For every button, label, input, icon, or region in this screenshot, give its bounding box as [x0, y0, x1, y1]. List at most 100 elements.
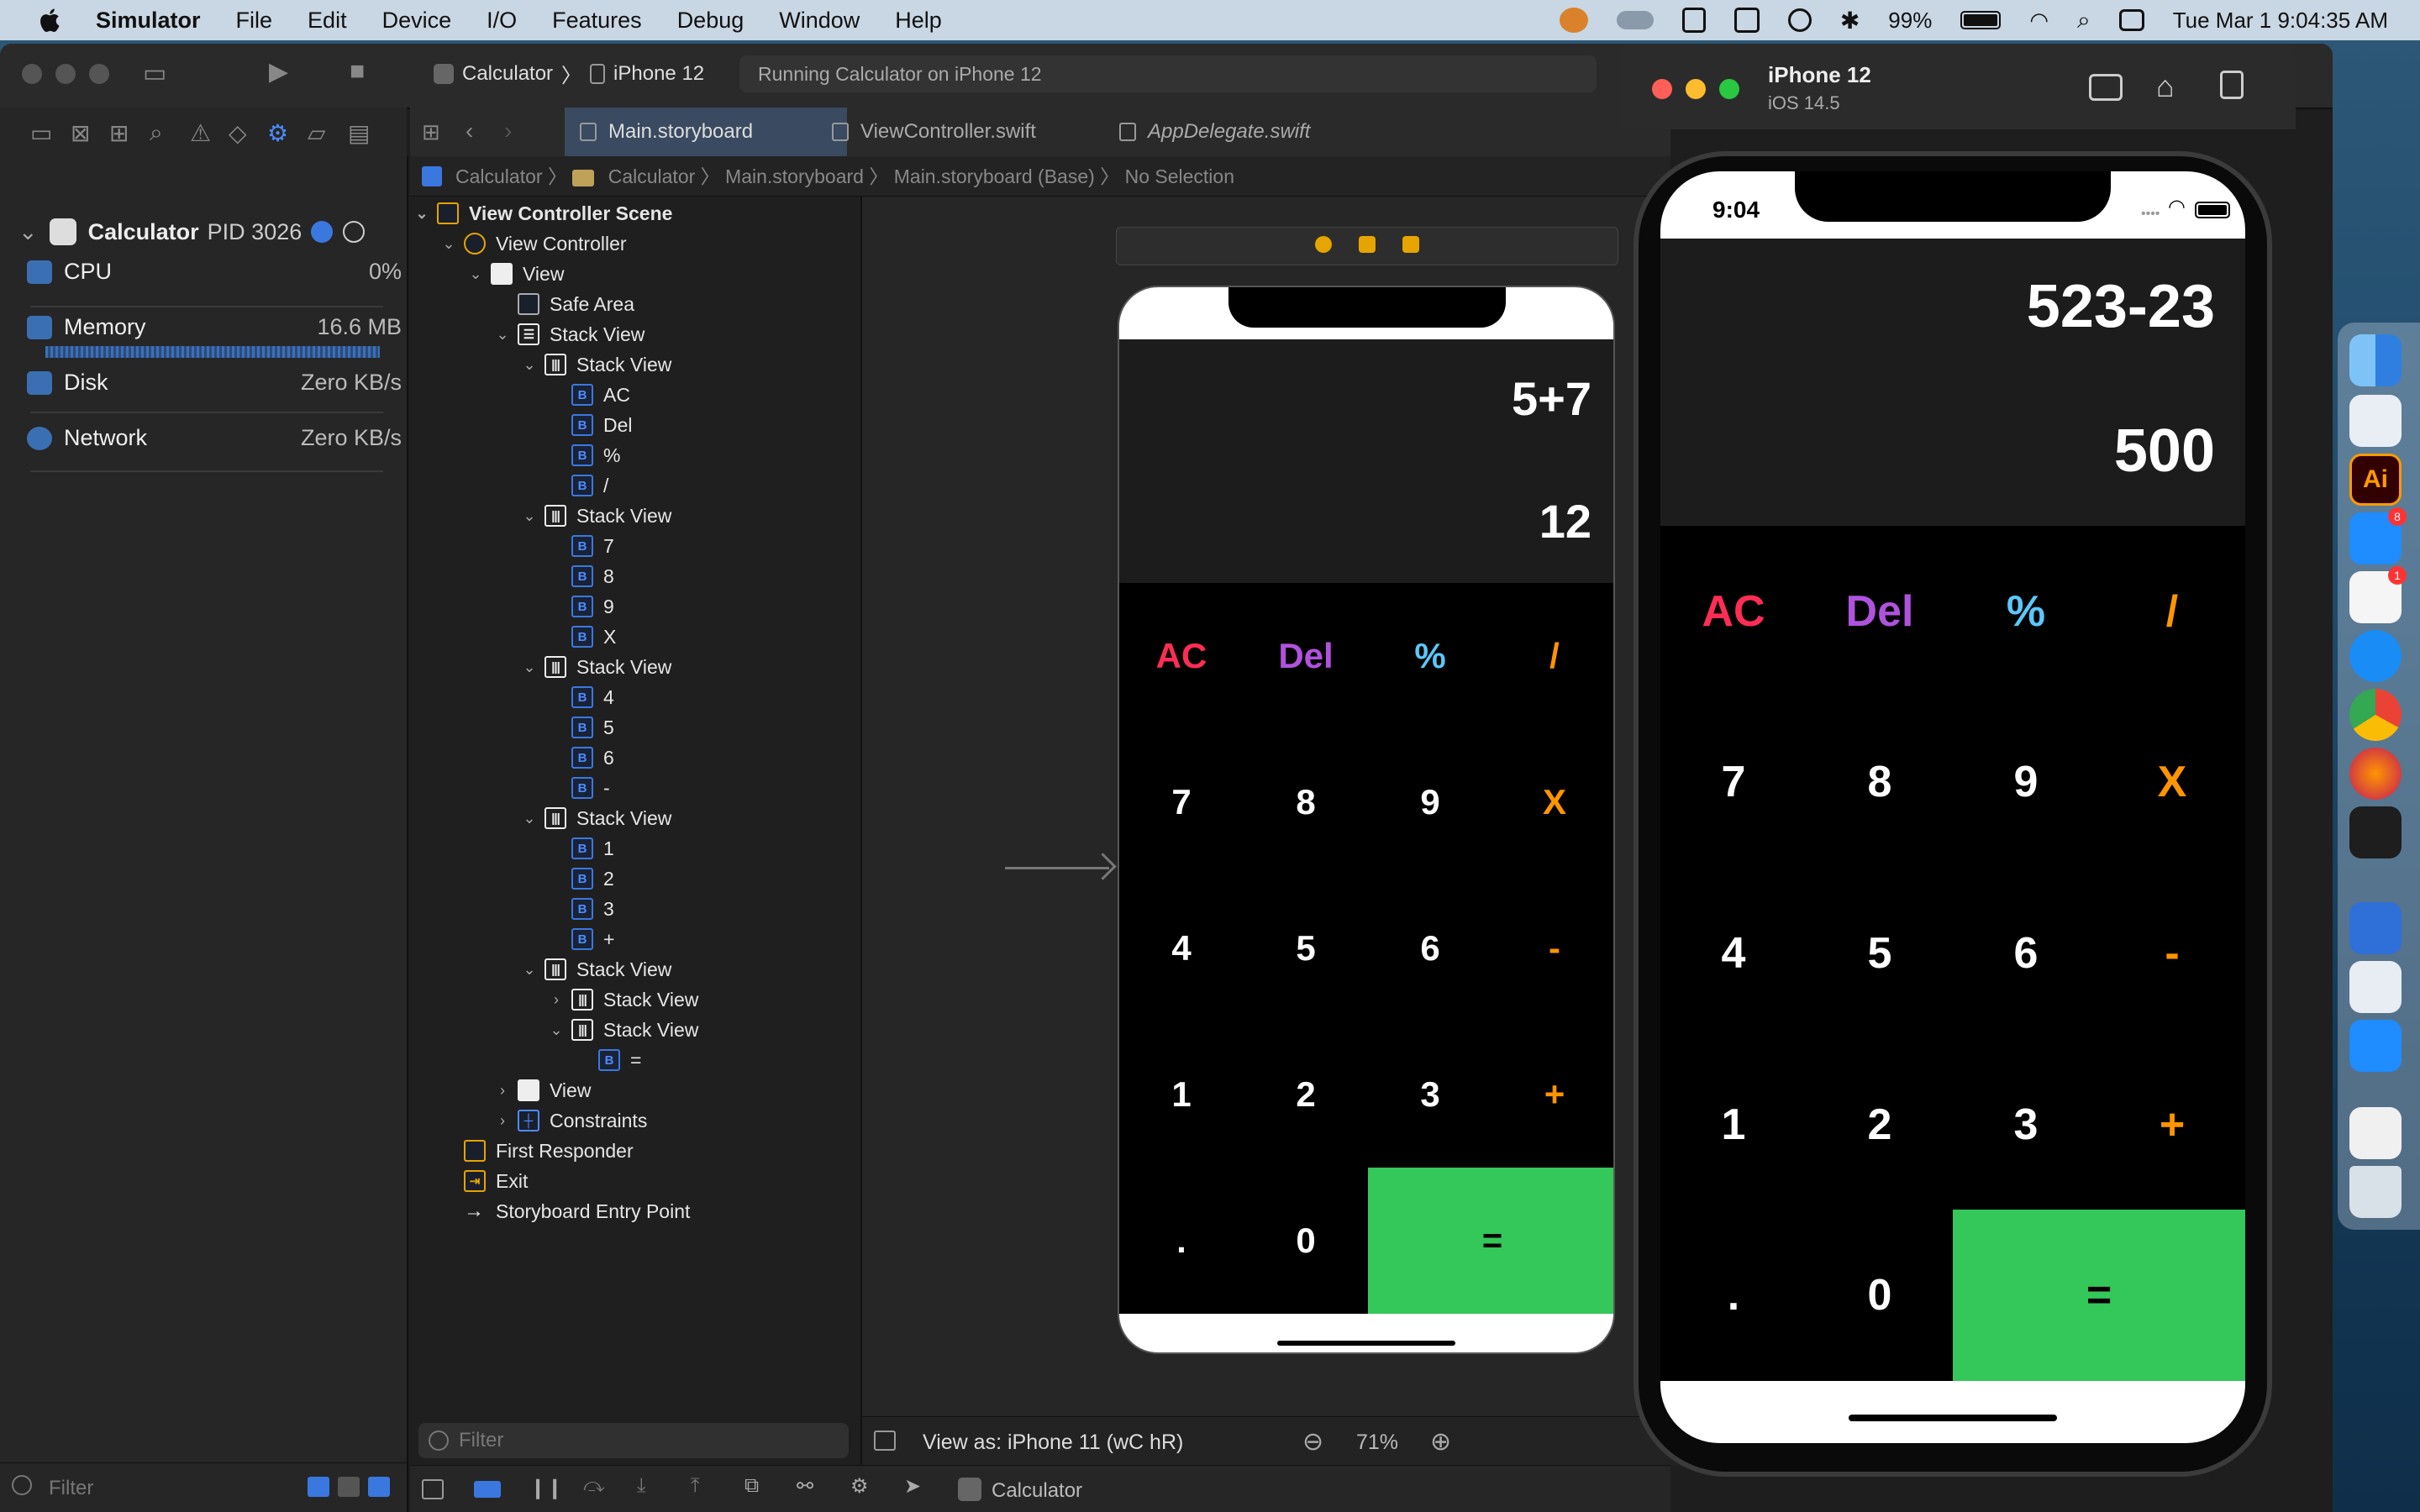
report-icon[interactable]: ▤ — [348, 119, 370, 147]
disclosure-chevron-icon[interactable]: › — [494, 1112, 511, 1130]
storyboard-key[interactable]: AC — [1119, 583, 1244, 729]
grid-icon[interactable]: ⊞ — [422, 119, 440, 145]
breadcrumb-3[interactable]: Main.storyboard (Base) — [894, 165, 1095, 187]
outline-button-equals[interactable]: B = — [575, 1045, 641, 1075]
outline-view[interactable]: › View — [494, 1075, 591, 1105]
calculator-key[interactable]: AC — [1660, 526, 1807, 697]
tab-main-storyboard[interactable]: Main.storyboard — [565, 108, 847, 156]
screenshot-icon[interactable] — [2089, 74, 2123, 101]
menu-help[interactable]: Help — [895, 8, 942, 34]
menu-device[interactable]: Device — [382, 8, 452, 34]
calculator-key[interactable]: % — [1953, 526, 2099, 697]
wifi-icon[interactable]: ◠ — [2029, 8, 2049, 34]
jump-bar[interactable]: Calculator 〉 Calculator 〉 Main.storyboar… — [410, 156, 1670, 197]
source-control-icon[interactable]: ⊠ — [71, 119, 90, 147]
sidebar-toggle-icon[interactable]: ▭ — [143, 59, 166, 88]
storyboard-key[interactable]: % — [1368, 583, 1492, 729]
outline-constraints[interactable]: › ┼ Constraints — [494, 1105, 647, 1136]
hide-debug-area-icon[interactable] — [422, 1479, 444, 1499]
outline-button[interactable]: B7 — [548, 531, 614, 561]
storyboard-key[interactable]: 1 — [1119, 1021, 1244, 1168]
storyboard-key[interactable]: 4 — [1119, 875, 1244, 1021]
cloud-icon[interactable] — [1616, 11, 1654, 29]
outline-button[interactable]: B5 — [548, 712, 614, 743]
calculator-key[interactable]: X — [2099, 697, 2245, 869]
bluetooth-icon[interactable]: ✱ — [1840, 7, 1860, 34]
calculator-key[interactable]: 9 — [1953, 697, 2099, 869]
menu-window[interactable]: Window — [779, 8, 860, 34]
storyboard-entry-arrow[interactable] — [1005, 867, 1109, 869]
spotlight-search-icon[interactable]: ⌕ — [2077, 7, 2091, 34]
calculator-key[interactable]: 3 — [1953, 1039, 2099, 1210]
step-over-icon[interactable]: ⤼ — [583, 1474, 605, 1498]
outline-first-responder[interactable]: First Responder — [440, 1136, 634, 1166]
calculator-key-zero[interactable]: 0 — [1807, 1210, 1953, 1381]
disclosure-chevron-icon[interactable]: ⌄ — [494, 326, 511, 344]
outline-button[interactable]: B8 — [548, 561, 614, 591]
symbol-icon[interactable]: ⊞ — [109, 119, 129, 147]
outline-view[interactable]: ⌄ View — [467, 259, 564, 289]
outline-stack-view[interactable]: › ||| Stack View — [548, 984, 698, 1015]
gauge-memory[interactable]: Memory 16.6 MB — [27, 314, 402, 340]
outline-stack-view[interactable]: ⌄ ||| Stack View — [521, 954, 671, 984]
calculator-key[interactable]: 6 — [1953, 868, 2099, 1039]
reminders-icon[interactable]: 1 — [2349, 566, 2407, 623]
finder-icon[interactable] — [2349, 334, 2402, 386]
illustrator-icon[interactable]: Ai — [2349, 454, 2402, 506]
outline-button[interactable]: B6 — [548, 743, 614, 773]
outline-filter-field[interactable]: Filter — [418, 1423, 849, 1458]
storyboard-device-frame[interactable]: 5+7 12 AC Del%/7 8 9 X 4 5 6-1 2 3 +. 0 = — [1118, 286, 1615, 1354]
disclosure-chevron-icon[interactable]: ⌄ — [521, 810, 538, 827]
tab-appdelegate-swift[interactable]: AppDelegate.swift — [1104, 108, 1417, 156]
back-nav-icon[interactable]: ‹ — [466, 118, 473, 144]
view-hierarchy-icon[interactable]: ⧉ — [744, 1474, 759, 1498]
calculator-key-decimal[interactable]: . — [1660, 1210, 1807, 1381]
outline-exit[interactable]: ⇥ Exit — [440, 1166, 528, 1196]
menu-debug[interactable]: Debug — [677, 8, 744, 34]
run-button-icon[interactable]: ▶ — [269, 57, 288, 87]
disclosure-chevron-icon[interactable]: ⌄ — [521, 961, 538, 979]
xcode-icon[interactable] — [2349, 902, 2402, 954]
disclosure-chevron-icon[interactable]: ⌄ — [521, 356, 538, 374]
outline-button[interactable]: B1 — [548, 833, 614, 864]
disclosure-chevron-icon[interactable]: ⌄ — [440, 235, 457, 253]
environment-overrides-icon[interactable]: ⚙ — [850, 1474, 869, 1499]
mascot-app-icon[interactable] — [2349, 961, 2402, 1013]
calculator-key[interactable]: 4 — [1660, 868, 1807, 1039]
close-window-button[interactable] — [1652, 79, 1672, 99]
memory-graph-icon[interactable]: ⚯ — [797, 1474, 813, 1499]
outline-button[interactable]: B% — [548, 440, 620, 470]
launchpad-icon[interactable] — [2349, 395, 2402, 447]
menu-file[interactable]: File — [236, 8, 273, 34]
documents-icon[interactable] — [2349, 1107, 2402, 1159]
forward-nav-icon[interactable]: › — [504, 118, 512, 144]
breadcrumb-2[interactable]: Main.storyboard — [725, 165, 864, 187]
outline-button[interactable]: B Del — [548, 410, 633, 440]
memory-graph-icon[interactable] — [343, 221, 365, 243]
storyboard-key-equals[interactable]: = — [1368, 1168, 1613, 1314]
storyboard-key[interactable]: + — [1492, 1021, 1613, 1168]
calculator-key-equals[interactable]: = — [1953, 1210, 2245, 1381]
disclosure-chevron-icon[interactable]: ⌄ — [413, 205, 430, 223]
breakpoints-toggle-icon[interactable] — [474, 1481, 501, 1498]
scene-dock[interactable] — [1116, 227, 1618, 265]
battery-icon[interactable] — [1960, 11, 2002, 29]
outline-scene[interactable]: ⌄ View Controller Scene — [413, 198, 672, 228]
outline-button[interactable]: B3 — [548, 894, 614, 924]
outline-safe-area[interactable]: Safe Area — [494, 289, 634, 319]
storyboard-key[interactable]: 7 — [1119, 729, 1244, 875]
process-row[interactable]: ⌄ Calculator PID 3026 — [18, 218, 365, 245]
storyboard-key[interactable]: 6 — [1368, 875, 1492, 1021]
outline-toggle-icon[interactable] — [874, 1431, 896, 1451]
app-store-icon[interactable]: 8 — [2349, 507, 2407, 564]
calculator-key[interactable]: 7 — [1660, 697, 1807, 869]
apple-menu-icon[interactable] — [35, 5, 66, 35]
minimize-window-button[interactable] — [55, 64, 76, 84]
outline-button[interactable]: B9 — [548, 591, 614, 622]
storyboard-key-decimal[interactable]: . — [1119, 1168, 1244, 1314]
chrome-icon[interactable] — [2349, 689, 2402, 741]
download-icon[interactable] — [1733, 8, 1760, 33]
play-circle-icon[interactable] — [1787, 8, 1812, 32]
menu-app-name[interactable]: Simulator — [96, 8, 201, 34]
storyboard-key[interactable]: X — [1492, 729, 1613, 875]
